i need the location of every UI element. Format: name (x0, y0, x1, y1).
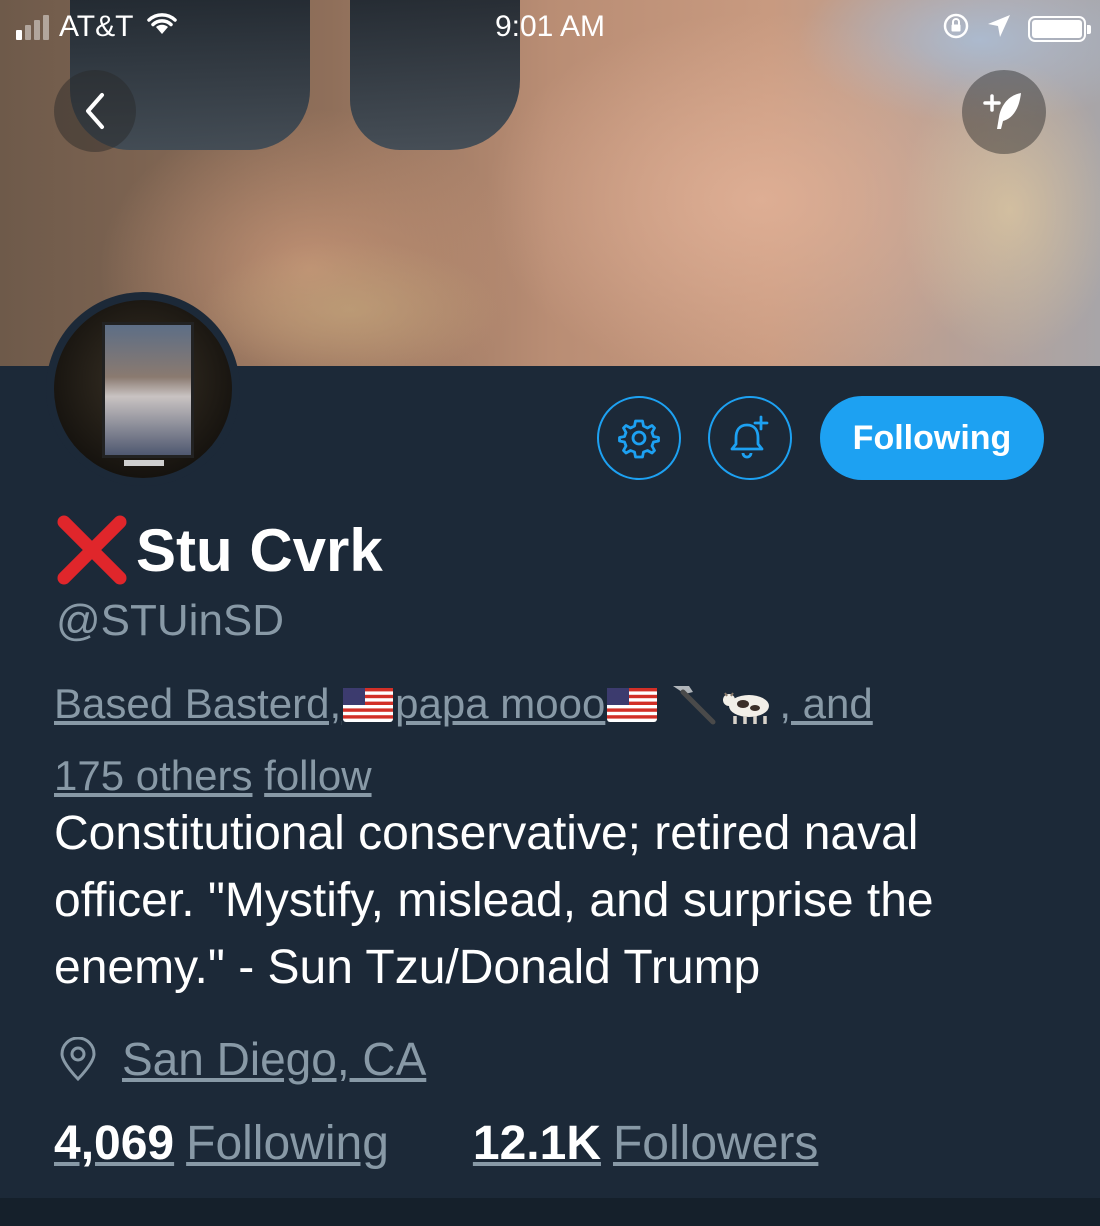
display-name-row: Stu Cvrk (56, 514, 383, 586)
location-row: San Diego, CA (58, 1032, 426, 1086)
avatar-monitor-screen (102, 322, 194, 458)
following-label: Following (186, 1117, 389, 1170)
following-count-link[interactable]: 4,069 Following (54, 1116, 389, 1171)
location-arrow-icon (986, 13, 1012, 44)
following-count: 4,069 (54, 1117, 175, 1170)
notifications-button[interactable] (708, 396, 792, 480)
profile-bio: Constitutional conservative; retired nav… (54, 807, 934, 994)
followers-label: Followers (612, 1117, 819, 1170)
bell-plus-icon (730, 415, 769, 459)
beard-shape (200, 240, 500, 366)
follow-suffix: follow (264, 752, 372, 799)
followers-you-know[interactable]: Based Basterd, papa mooo, and 175 others … (54, 672, 1054, 808)
back-button[interactable] (54, 70, 136, 152)
follow-stats: 4,069 Following 12.1K Followers (54, 1116, 818, 1171)
avatar-image (54, 300, 232, 478)
bottom-divider (0, 1198, 1100, 1226)
compose-tweet-button[interactable] (962, 70, 1046, 154)
location-pin-icon (60, 1037, 96, 1081)
gear-icon (618, 419, 660, 459)
followers-count: 12.1K (472, 1117, 601, 1170)
status-icons (942, 12, 1091, 45)
following-button[interactable]: Following (820, 396, 1044, 480)
others-link[interactable]: 175 others (54, 752, 252, 799)
compose-tweet-icon (983, 93, 1021, 129)
cow-icon (719, 680, 779, 744)
display-name: Stu Cvrk (136, 516, 383, 584)
follower-link-2[interactable]: papa mooo (395, 680, 605, 727)
us-flag-icon (341, 680, 395, 727)
followers-count-link[interactable]: 12.1K Followers (473, 1116, 818, 1171)
profile-settings-button[interactable] (597, 396, 681, 480)
follower-link-1[interactable]: Based Basterd, (54, 680, 341, 727)
hammer-icon (659, 680, 719, 744)
chevron-left-icon (86, 93, 104, 129)
cross-mark-icon (57, 515, 127, 585)
clock: 9:01 AM (494, 10, 606, 43)
handle: @STUinSD (56, 596, 285, 645)
battery-icon (1028, 15, 1091, 42)
us-flag-icon (605, 680, 659, 727)
status-bar: AT&T 9:01 AM (0, 0, 1100, 56)
rotation-lock-icon (942, 12, 970, 45)
and-text: , and (779, 680, 873, 727)
location-link[interactable]: San Diego, CA (122, 1032, 426, 1086)
avatar-monitor-base (124, 460, 164, 466)
avatar[interactable] (46, 292, 240, 486)
